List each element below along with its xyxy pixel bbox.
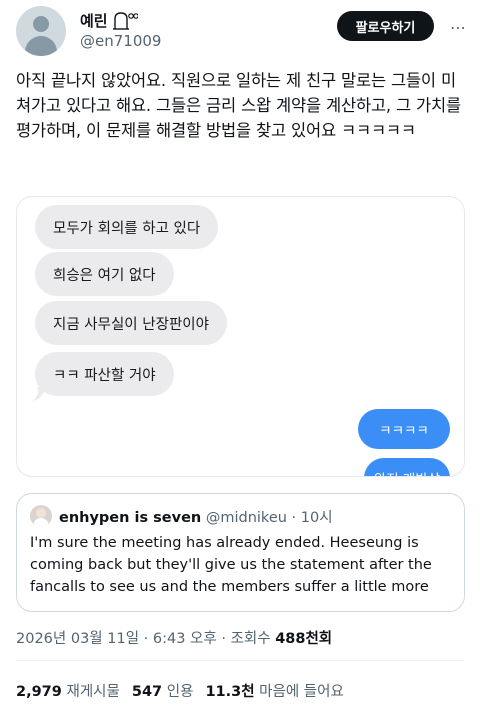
quote-separator: · — [291, 510, 297, 526]
user-avatar[interactable] — [16, 6, 66, 56]
quote-avatar[interactable] — [30, 505, 52, 527]
stat-reposts[interactable]: 2,979 재게시물 — [16, 680, 120, 701]
avatar-head-shape — [33, 16, 49, 32]
tweet-time[interactable]: 6:43 오후 — [153, 631, 217, 647]
follow-button[interactable]: 팔로우하기 — [337, 11, 434, 41]
tweet-date[interactable]: 2026년 03월 11일 — [16, 631, 139, 647]
stat-reposts-count: 2,979 — [16, 684, 62, 700]
views-label: 조회수 — [230, 631, 271, 647]
chat-bubble-incoming: 지금 사무실이 난장판이야 — [35, 301, 227, 345]
tweet-text: 아직 끝나지 않았어요. 직원으로 일하는 제 친구 말로는 그들이 미쳐가고 … — [16, 71, 461, 140]
stat-likes-count: 11.3천 — [205, 684, 255, 700]
ghost-eyes-icon — [112, 11, 138, 30]
avatar-body-shape — [25, 36, 57, 56]
stat-quotes-label: 인용 — [166, 684, 194, 700]
attached-chat-image[interactable]: 모두가 회의를 하고 있다 희승은 여기 없다 지금 사무실이 난장판이야 ㅋㅋ… — [16, 196, 465, 477]
chat-bubble-incoming: ㅋㅋ 파산할 거야 — [35, 352, 174, 396]
user-handle[interactable]: @en71009 — [80, 32, 161, 50]
quote-avatar-shirt — [33, 518, 49, 527]
chat-bubble-incoming: 희승은 여기 없다 — [35, 252, 174, 296]
stat-quotes-count: 547 — [131, 684, 163, 700]
chat-bubble-outgoing: ㅋㅋㅋㅋ — [358, 409, 450, 449]
more-options-icon[interactable]: ⋯ — [446, 15, 470, 39]
quote-time[interactable]: 10시 — [301, 510, 333, 526]
name-row: 예린 — [80, 10, 138, 31]
quote-header: enhypen is seven @midnikeu · 10시 — [59, 506, 333, 527]
stat-likes-label: 마음에 들어요 — [259, 684, 344, 700]
tweet-meta-line: 2026년 03월 11일 · 6:43 오후 · 조회수 488천회 — [16, 627, 332, 648]
chat-bubble-incoming: 모두가 회의를 하고 있다 — [35, 205, 219, 249]
chat-bubble-tail — [33, 387, 45, 401]
stat-likes[interactable]: 11.3천 마음에 들어요 — [205, 680, 343, 701]
quote-handle[interactable]: @midnikeu — [206, 510, 287, 526]
views-count: 488천회 — [275, 631, 333, 647]
display-name[interactable]: 예린 — [80, 10, 108, 31]
meta-separator: · — [221, 631, 226, 647]
stat-reposts-label: 재게시물 — [66, 684, 120, 700]
quote-avatar-face — [36, 508, 46, 518]
divider — [16, 660, 464, 661]
tweet-header: 예린 @en71009 팔로우하기 ⋯ — [0, 0, 480, 64]
quote-tweet[interactable]: enhypen is seven @midnikeu · 10시 I'm sur… — [16, 493, 465, 612]
chat-bubble-outgoing: 완전 개박살 — [364, 458, 450, 476]
quote-text: I'm sure the meeting has already ended. … — [30, 535, 432, 595]
quote-display-name[interactable]: enhypen is seven — [59, 510, 201, 526]
stat-quotes[interactable]: 547 인용 — [132, 680, 194, 701]
meta-separator: · — [143, 631, 149, 647]
engagement-stats: 2,979 재게시물 547 인용 11.3천 마음에 들어요 — [16, 680, 344, 701]
